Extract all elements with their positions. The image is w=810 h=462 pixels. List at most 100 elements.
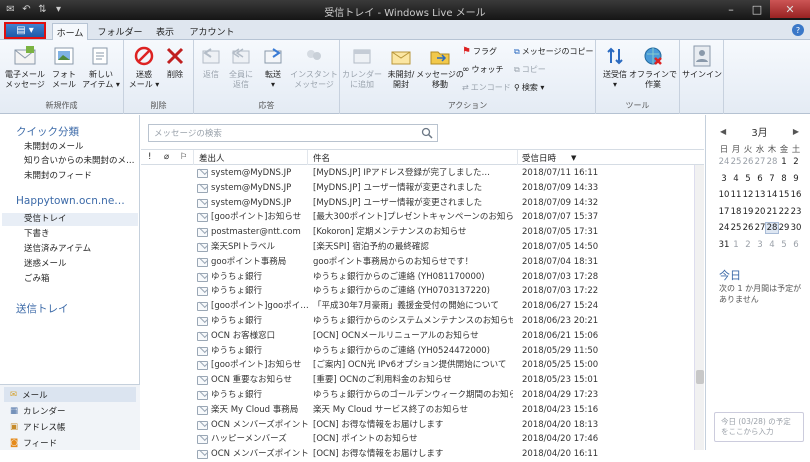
calendar-day[interactable]: 8: [778, 174, 790, 184]
calendar-day[interactable]: 6: [790, 240, 802, 250]
calendar-day[interactable]: 3: [718, 174, 730, 184]
calendar-day[interactable]: 24: [718, 157, 730, 167]
folder-item-drafts[interactable]: 下書き: [24, 228, 136, 241]
delete-button[interactable]: 削除: [162, 44, 188, 80]
calendar-day[interactable]: 14: [766, 190, 778, 200]
search-box[interactable]: メッセージの検索: [148, 124, 438, 142]
folder-item-sent[interactable]: 送信済みアイテム: [24, 243, 136, 256]
nav-calendar[interactable]: ▦ カレンダー: [4, 403, 136, 418]
calendar-day[interactable]: 17: [718, 207, 730, 217]
col-subject[interactable]: 件名: [313, 152, 330, 164]
table-row[interactable]: system@MyDNS.JP [MyDNS.JP] IPアドレス登録が完了しまし…: [141, 166, 697, 181]
table-row[interactable]: system@MyDNS.JP [MyDNS.JP] ユーザー情報が変更されました…: [141, 181, 697, 196]
col-importance[interactable]: !: [148, 152, 151, 162]
nav-contacts[interactable]: ▣ アドレス帳: [4, 419, 136, 434]
prev-month-icon[interactable]: ◀: [720, 127, 726, 136]
sign-in-button[interactable]: サインイン: [682, 44, 722, 80]
quick-item-unread-contacts[interactable]: 知り合いからの未開封のメ…: [24, 155, 136, 168]
reply-button[interactable]: 返信: [198, 44, 224, 80]
calendar-day[interactable]: 4: [766, 240, 778, 250]
col-from[interactable]: 差出人: [199, 152, 225, 164]
find-button[interactable]: ⚲ 検索 ▾: [514, 82, 544, 93]
col-attachment[interactable]: ⌀: [164, 152, 169, 162]
calendar-day[interactable]: 26: [742, 223, 754, 233]
calendar-day[interactable]: 6: [754, 174, 766, 184]
table-row[interactable]: ゆうちょ銀行 ゆうちょ銀行からのゴールデンウィーク期間のお知らせ 2018/04/2…: [141, 388, 697, 403]
minimize-button[interactable]: –: [718, 0, 744, 18]
calendar-day[interactable]: 27: [754, 157, 766, 167]
next-month-icon[interactable]: ▶: [793, 127, 799, 136]
copy-button[interactable]: ⧉ コピー: [514, 64, 546, 75]
calendar-day[interactable]: 25: [730, 157, 742, 167]
calendar-day[interactable]: 13: [754, 190, 766, 200]
scrollbar-thumb[interactable]: [696, 370, 704, 384]
tab-home[interactable]: ホーム: [52, 23, 88, 41]
encode-button[interactable]: ⇄ エンコード: [462, 82, 511, 93]
app-menu-button[interactable]: ▤ ▾: [4, 22, 46, 39]
col-date[interactable]: 受信日時: [522, 152, 556, 164]
work-offline-button[interactable]: オフラインで 作業: [629, 44, 677, 90]
calendar-day[interactable]: 12: [742, 190, 754, 200]
table-row[interactable]: OCN メンバーズポイント [OCN] お得な情報をお届けします 2018/04/2…: [141, 447, 697, 462]
forward-button[interactable]: 転送 ▾: [258, 44, 288, 90]
table-row[interactable]: [gooポイント]お知らせ [ご案内] OCN光 IPv6オプション提供開始につい…: [141, 358, 697, 373]
table-row[interactable]: gooポイント事務局 gooポイント事務局からのお知らせです！ 2018/07/04…: [141, 255, 697, 270]
table-row[interactable]: ゆうちょ銀行 ゆうちょ銀行からのご連絡 (YH081170000) 2018/07/…: [141, 270, 697, 285]
quick-item-unread[interactable]: 未開封のメール: [24, 141, 136, 154]
maximize-button[interactable]: □: [744, 0, 770, 18]
calendar-day[interactable]: 15: [778, 190, 790, 200]
calendar-day[interactable]: 31: [718, 240, 730, 250]
calendar-day[interactable]: 5: [742, 174, 754, 184]
calendar-day[interactable]: 24: [718, 223, 730, 233]
calendar-day[interactable]: 9: [790, 174, 802, 184]
tab-view[interactable]: 表示: [150, 23, 180, 40]
table-row[interactable]: 楽天SPIトラベル [楽天SPI] 宿泊予約の最終確認 2018/07/05 14:…: [141, 240, 697, 255]
calendar-day[interactable]: 3: [754, 240, 766, 250]
table-row[interactable]: ハッピーメンバーズ [OCN] ポイントのお知らせ 2018/04/20 17:46: [141, 432, 697, 447]
calendar-day[interactable]: 16: [790, 190, 802, 200]
calendar-day[interactable]: 22: [778, 207, 790, 217]
calendar-day[interactable]: 28: [765, 222, 779, 234]
quick-views-header[interactable]: クイック分類: [16, 124, 79, 139]
calendar-day[interactable]: 7: [766, 174, 778, 184]
calendar-day[interactable]: 5: [778, 240, 790, 250]
table-row[interactable]: OCN メンバーズポイント [OCN] お得な情報をお届けします 2018/04/2…: [141, 418, 697, 433]
search-icon[interactable]: [421, 127, 433, 139]
new-email-button[interactable]: 電子メール メッセージ: [4, 44, 46, 90]
move-message-button[interactable]: メッセージの 移動: [416, 44, 464, 90]
calendar-day[interactable]: 20: [754, 207, 766, 217]
reply-all-button[interactable]: 全員に 返信: [226, 44, 256, 90]
calendar-day[interactable]: 19: [742, 207, 754, 217]
close-button[interactable]: ✕: [770, 0, 810, 18]
tab-folder[interactable]: フォルダー: [96, 23, 144, 40]
outbox-header[interactable]: 送信トレイ: [16, 301, 69, 316]
photo-mail-button[interactable]: フォト メール: [46, 44, 82, 90]
table-row[interactable]: postmaster@ntt.com [Kokoron] 定期メンテナンスのお知ら…: [141, 225, 697, 240]
calendar-day[interactable]: 4: [730, 174, 742, 184]
instant-message-button[interactable]: インスタント メッセージ: [290, 44, 338, 90]
calendar-day[interactable]: 21: [766, 207, 778, 217]
table-row[interactable]: ゆうちょ銀行 ゆうちょ銀行からのシステムメンテナンスのお知らせ 2018/06/23…: [141, 314, 697, 329]
calendar-day[interactable]: 30: [790, 223, 802, 233]
flag-button[interactable]: ⚑ フラグ: [462, 46, 497, 57]
quick-item-unread-feeds[interactable]: 未開封のフィード: [24, 170, 136, 183]
calendar-day[interactable]: 11: [730, 190, 742, 200]
folder-item-trash[interactable]: ごみ箱: [24, 273, 136, 286]
calendar-day[interactable]: 1: [778, 157, 790, 167]
table-row[interactable]: OCN お客様窓口 [OCN] OCNメールリニューアルのお知らせ 2018/06/…: [141, 329, 697, 344]
unread-read-button[interactable]: 未開封/ 開封: [382, 44, 420, 90]
calendar-day[interactable]: 25: [730, 223, 742, 233]
calendar-day[interactable]: 2: [790, 157, 802, 167]
watch-button[interactable]: ∞ ウォッチ: [462, 64, 504, 75]
calendar-day[interactable]: 26: [742, 157, 754, 167]
table-row[interactable]: ゆうちょ銀行 ゆうちょ銀行からのご連絡 (YH0524472000) 2018/05…: [141, 344, 697, 359]
calendar-day[interactable]: 10: [718, 190, 730, 200]
tab-account[interactable]: アカウント: [188, 23, 236, 40]
folder-item-inbox[interactable]: 受信トレイ: [2, 213, 138, 226]
account-header[interactable]: Happytown.ocn.ne…: [16, 195, 125, 207]
table-row[interactable]: ゆうちょ銀行 ゆうちょ銀行からのご連絡 (YH0703137220) 2018/07…: [141, 284, 697, 299]
calendar-day[interactable]: 28: [766, 157, 778, 167]
table-row[interactable]: [gooポイント]お知らせ [最大300ポイント]プレゼントキャンペーンのお知らせ…: [141, 210, 697, 225]
send-receive-button[interactable]: 送受信 ▾: [600, 44, 630, 90]
help-icon[interactable]: ?: [792, 24, 804, 36]
